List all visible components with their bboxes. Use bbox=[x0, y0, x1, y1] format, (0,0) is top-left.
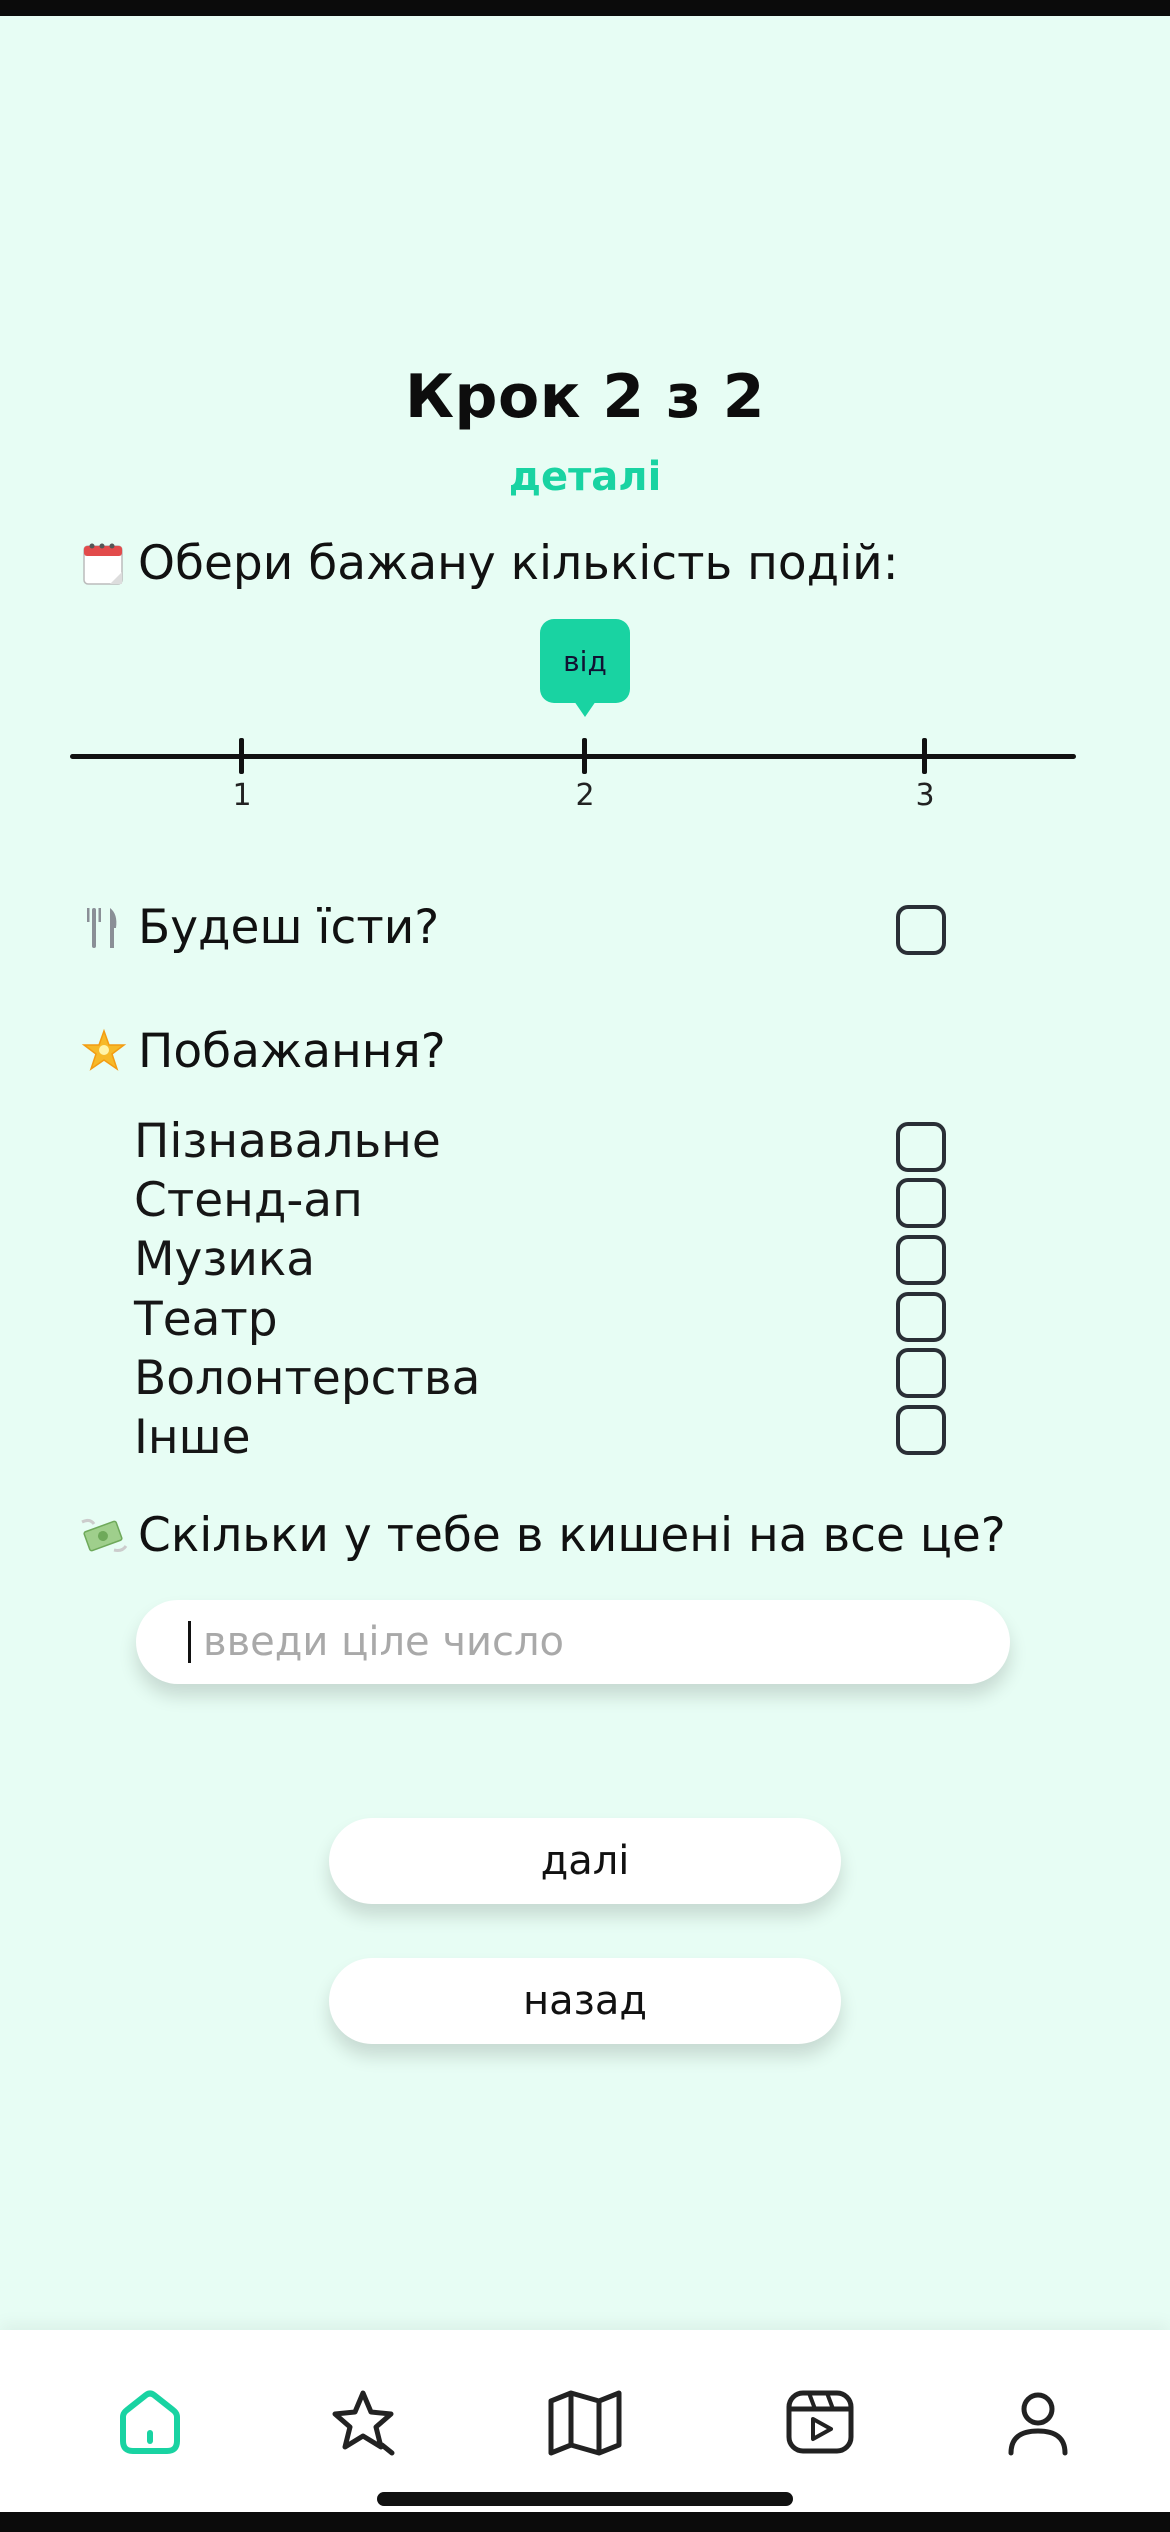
fork-knife-icon bbox=[80, 904, 128, 952]
budget-input-container[interactable] bbox=[136, 1600, 1010, 1684]
slider-tick-label: 3 bbox=[915, 778, 935, 813]
status-bar bbox=[0, 0, 1170, 16]
food-question: Будеш їсти? bbox=[80, 900, 439, 955]
food-checkbox[interactable] bbox=[896, 905, 946, 955]
map-icon bbox=[548, 2390, 622, 2456]
food-question-label: Будеш їсти? bbox=[138, 900, 440, 955]
wish-option-label: Волонтерства bbox=[134, 1351, 481, 1406]
budget-question: Скільки у тебе в кишені на все це? bbox=[80, 1508, 1006, 1563]
wish-checkbox-theatre[interactable] bbox=[896, 1292, 946, 1342]
nav-profile[interactable] bbox=[998, 2382, 1078, 2462]
wish-option-label: Музика bbox=[134, 1232, 316, 1287]
profile-icon bbox=[1008, 2392, 1068, 2456]
slider-tick bbox=[922, 738, 927, 774]
wishes-question-label: Побажання? bbox=[138, 1024, 446, 1079]
budget-input[interactable] bbox=[201, 1618, 965, 1666]
events-question: Обери бажану кількість подій: bbox=[80, 536, 899, 591]
nav-favorites[interactable] bbox=[323, 2382, 403, 2462]
next-button[interactable]: далі bbox=[329, 1818, 841, 1904]
wish-checkbox-cognitive[interactable] bbox=[896, 1122, 946, 1172]
events-question-label: Обери бажану кількість подій: bbox=[138, 536, 899, 591]
bottom-bezel bbox=[0, 2512, 1170, 2532]
star-icon bbox=[80, 1028, 128, 1076]
wish-option-label: Театр bbox=[134, 1292, 278, 1347]
money-with-wings-icon bbox=[80, 1512, 128, 1560]
nav-home[interactable] bbox=[110, 2382, 190, 2462]
back-button[interactable]: назад bbox=[329, 1958, 841, 2044]
nav-video[interactable] bbox=[780, 2382, 860, 2462]
wish-checkbox-volunteering[interactable] bbox=[896, 1348, 946, 1398]
wish-option-label: Інше bbox=[134, 1410, 251, 1465]
wish-option-label: Стенд-ап bbox=[134, 1173, 363, 1228]
wish-checkbox-standup[interactable] bbox=[896, 1178, 946, 1228]
sparkle-star-icon bbox=[332, 2390, 395, 2456]
slider-tick bbox=[582, 738, 587, 774]
wish-checkbox-other[interactable] bbox=[896, 1405, 946, 1455]
nav-map[interactable] bbox=[545, 2382, 625, 2462]
home-icon bbox=[120, 2390, 180, 2454]
slider-tick-label: 2 bbox=[575, 778, 595, 813]
page-subtitle: деталі bbox=[508, 454, 662, 500]
slider-tick-label: 1 bbox=[232, 778, 252, 813]
wishes-question: Побажання? bbox=[80, 1024, 446, 1079]
text-caret bbox=[188, 1621, 191, 1663]
video-icon bbox=[786, 2390, 854, 2454]
slider-thumb-bubble[interactable]: від bbox=[540, 619, 630, 717]
wish-checkbox-music[interactable] bbox=[896, 1235, 946, 1285]
calendar-icon bbox=[80, 540, 128, 588]
wish-option-label: Пізнавальне bbox=[134, 1114, 441, 1169]
home-indicator bbox=[377, 2492, 793, 2506]
budget-question-label: Скільки у тебе в кишені на все це? bbox=[138, 1508, 1006, 1563]
slider-tick bbox=[239, 738, 244, 774]
page-title: Крок 2 з 2 bbox=[405, 362, 765, 432]
